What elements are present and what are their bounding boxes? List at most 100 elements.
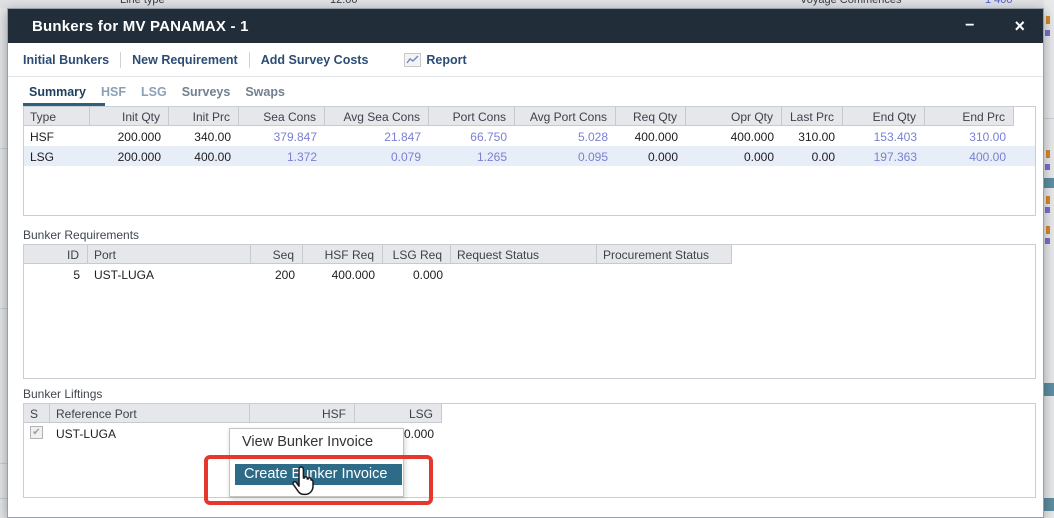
column-header-lsg: LSG bbox=[355, 404, 442, 423]
cell-procurement-status bbox=[597, 264, 732, 284]
background-right-strip bbox=[1044, 0, 1054, 518]
cell-hsf-req: 400.000 bbox=[303, 264, 383, 284]
close-icon[interactable]: × bbox=[1014, 17, 1025, 35]
column-header-type: Type bbox=[24, 107, 90, 126]
initial-bunkers-button[interactable]: Initial Bunkers bbox=[23, 53, 109, 67]
toolbar-divider bbox=[249, 52, 250, 68]
cell-reference-port: UST-LUGA bbox=[50, 423, 250, 443]
column-header-seq: Seq bbox=[251, 245, 303, 264]
bunker-requirements-grid: ID Port Seq HSF Req LSG Req Request Stat… bbox=[23, 244, 1036, 379]
background-left-strip bbox=[0, 8, 7, 518]
column-header-hsf-req: HSF Req bbox=[303, 245, 383, 264]
cell-opr-qty: 400.000 bbox=[686, 126, 782, 146]
cell-last-prc: 310.00 bbox=[782, 126, 843, 146]
cell-type: LSG bbox=[24, 146, 90, 166]
background-text-fragment: 1 400 bbox=[985, 0, 1013, 6]
new-requirement-button[interactable]: New Requirement bbox=[132, 53, 238, 67]
column-header-end-prc: End Prc bbox=[925, 107, 1014, 126]
background-top-strip: Line type 12:00 Voyage Commences 1 400 bbox=[0, 0, 1054, 8]
background-text-fragment: Voyage Commences bbox=[800, 0, 902, 6]
column-header-sea-cons: Sea Cons bbox=[239, 107, 325, 126]
column-header-lsg-req: LSG Req bbox=[383, 245, 451, 264]
column-header-request-status: Request Status bbox=[451, 245, 597, 264]
column-header-init-prc: Init Prc bbox=[169, 107, 239, 126]
page: Line type 12:00 Voyage Commences 1 400 B… bbox=[0, 0, 1054, 518]
cell-type: HSF bbox=[24, 126, 90, 146]
column-header-port-cons: Port Cons bbox=[429, 107, 515, 126]
bunker-liftings-label: Bunker Liftings bbox=[23, 387, 102, 401]
column-header-avg-sea-cons: Avg Sea Cons bbox=[325, 107, 429, 126]
cell-req-qty: 0.000 bbox=[616, 146, 686, 166]
minimize-icon[interactable]: − bbox=[965, 18, 974, 34]
cell-avg-port-cons: 5.028 bbox=[515, 126, 616, 146]
cell-init-prc: 400.00 bbox=[169, 146, 239, 166]
bunkers-dialog: Bunkers for MV PANAMAX - 1 − × Initial B… bbox=[7, 8, 1044, 518]
toolbar-divider bbox=[120, 52, 121, 68]
cell-avg-port-cons: 0.095 bbox=[515, 146, 616, 166]
column-header-id: ID bbox=[24, 245, 88, 264]
header-filler bbox=[1014, 107, 1035, 126]
tab-hsf[interactable]: HSF bbox=[101, 85, 126, 99]
dialog-toolbar: Initial Bunkers New Requirement Add Surv… bbox=[8, 43, 1043, 77]
cell-sea-cons: 379.847 bbox=[239, 126, 325, 146]
bunker-summary-grid: Type Init Qty Init Prc Sea Cons Avg Sea … bbox=[23, 106, 1036, 216]
cell-request-status bbox=[451, 264, 597, 284]
cell-port-cons: 1.265 bbox=[429, 146, 515, 166]
liftings-grid-header: S Reference Port HSF LSG bbox=[24, 404, 1035, 423]
summary-grid-header: Type Init Qty Init Prc Sea Cons Avg Sea … bbox=[24, 107, 1035, 126]
report-button-label: Report bbox=[426, 53, 466, 67]
report-button[interactable]: Report bbox=[404, 53, 466, 67]
cell-end-qty: 153.403 bbox=[843, 126, 925, 146]
column-header-last-prc: Last Prc bbox=[782, 107, 843, 126]
column-header-hsf: HSF bbox=[250, 404, 355, 423]
cell-lsg-req: 0.000 bbox=[383, 264, 451, 284]
bunker-requirements-label: Bunker Requirements bbox=[23, 228, 139, 242]
column-header-opr-qty: Opr Qty bbox=[686, 107, 782, 126]
tab-summary[interactable]: Summary bbox=[29, 85, 86, 99]
bunker-liftings-grid: S Reference Port HSF LSG ✔ UST-LUGA 400.… bbox=[23, 403, 1036, 498]
cell-init-qty: 200.000 bbox=[90, 146, 169, 166]
table-row-lifting[interactable]: ✔ UST-LUGA 400.000 0.000 bbox=[24, 423, 1035, 443]
requirements-grid-header: ID Port Seq HSF Req LSG Req Request Stat… bbox=[24, 245, 1035, 264]
column-header-end-qty: End Qty bbox=[843, 107, 925, 126]
add-survey-costs-button[interactable]: Add Survey Costs bbox=[261, 53, 369, 67]
cell-opr-qty: 0.000 bbox=[686, 146, 782, 166]
column-header-select: S bbox=[24, 404, 50, 423]
tab-surveys[interactable]: Surveys bbox=[182, 85, 231, 99]
dialog-titlebar: Bunkers for MV PANAMAX - 1 − × bbox=[8, 9, 1043, 43]
column-header-reference-port: Reference Port bbox=[50, 404, 250, 423]
tab-bar: Summary HSF LSG Surveys Swaps bbox=[8, 77, 1043, 106]
context-menu: View Bunker Invoice Create Bunker Invoic… bbox=[229, 428, 404, 497]
cell-port: UST-LUGA bbox=[88, 264, 251, 284]
column-header-req-qty: Req Qty bbox=[616, 107, 686, 126]
table-row-lsg[interactable]: LSG 200.000 400.00 1.372 0.079 1.265 0.0… bbox=[24, 146, 1035, 166]
cell-init-qty: 200.000 bbox=[90, 126, 169, 146]
tab-swaps[interactable]: Swaps bbox=[245, 85, 285, 99]
cell-avg-sea-cons: 0.079 bbox=[325, 146, 429, 166]
table-row-hsf[interactable]: HSF 200.000 340.00 379.847 21.847 66.750… bbox=[24, 126, 1035, 146]
cell-sea-cons: 1.372 bbox=[239, 146, 325, 166]
cell-end-qty: 197.363 bbox=[843, 146, 925, 166]
column-header-avg-port-cons: Avg Port Cons bbox=[515, 107, 616, 126]
column-header-init-qty: Init Qty bbox=[90, 107, 169, 126]
cell-end-prc: 400.00 bbox=[925, 146, 1014, 166]
header-filler bbox=[442, 404, 1035, 423]
cell-id: 5 bbox=[24, 264, 88, 284]
background-text-fragment: 12:00 bbox=[330, 0, 358, 6]
tab-lsg[interactable]: LSG bbox=[141, 85, 167, 99]
header-filler bbox=[732, 245, 1035, 264]
dialog-title: Bunkers for MV PANAMAX - 1 bbox=[32, 18, 249, 35]
column-header-port: Port bbox=[88, 245, 251, 264]
cell-port-cons: 66.750 bbox=[429, 126, 515, 146]
menu-separator bbox=[230, 456, 403, 457]
background-text-fragment: Line type bbox=[120, 0, 165, 6]
row-checkbox[interactable]: ✔ bbox=[30, 426, 43, 439]
cell-last-prc: 0.00 bbox=[782, 146, 843, 166]
table-row-requirement[interactable]: 5 UST-LUGA 200 400.000 0.000 bbox=[24, 264, 1035, 284]
report-chart-icon bbox=[404, 53, 421, 67]
cell-init-prc: 340.00 bbox=[169, 126, 239, 146]
cell-avg-sea-cons: 21.847 bbox=[325, 126, 429, 146]
menu-item-create-bunker-invoice[interactable]: Create Bunker Invoice bbox=[235, 464, 402, 485]
cell-end-prc: 310.00 bbox=[925, 126, 1014, 146]
menu-item-view-bunker-invoice[interactable]: View Bunker Invoice bbox=[230, 429, 403, 456]
